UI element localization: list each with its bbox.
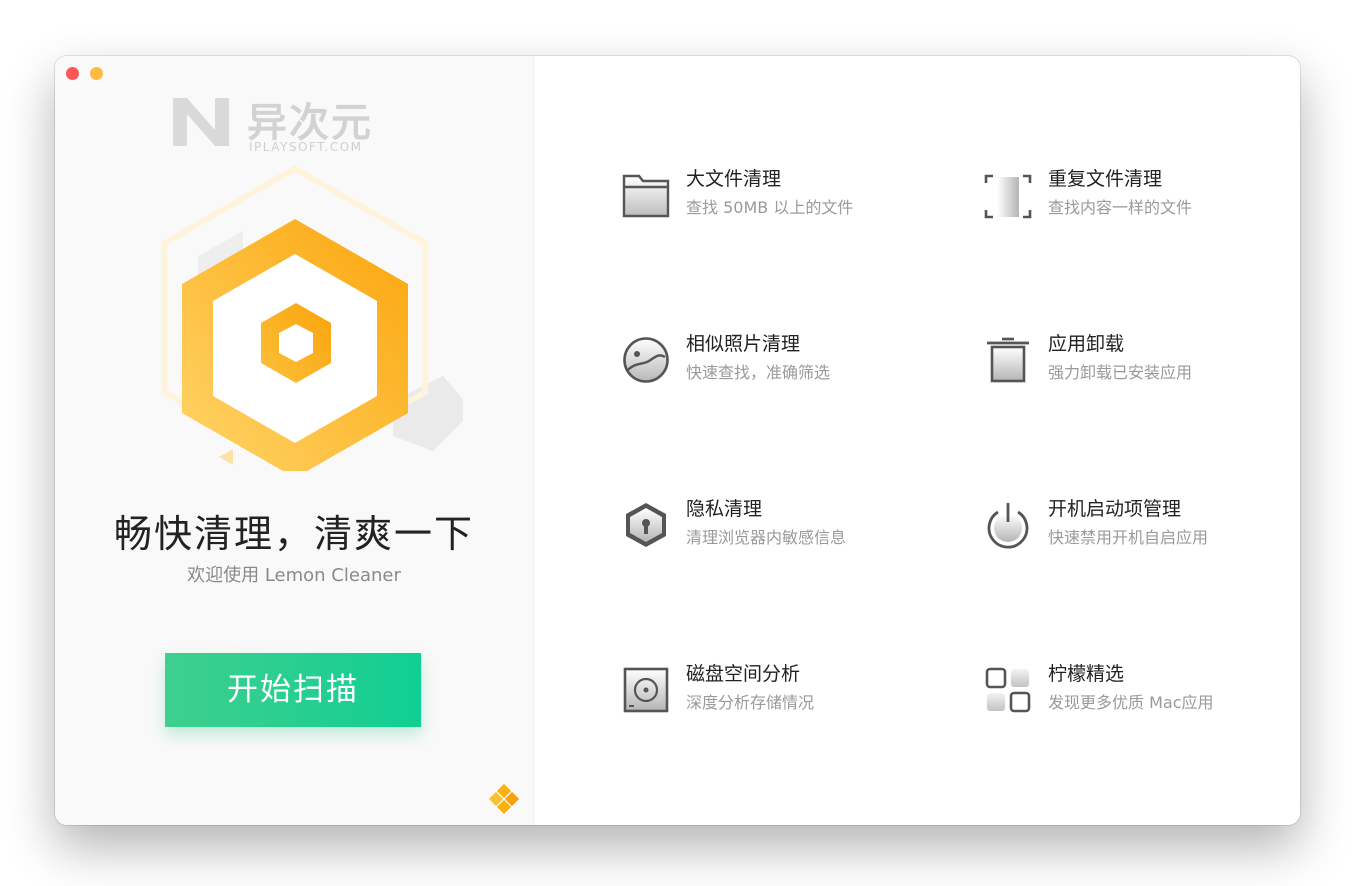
feature-title: 应用卸载: [1048, 333, 1125, 355]
feature-title: 重复文件清理: [1048, 168, 1163, 190]
apps-grid-icon: [985, 667, 1031, 713]
headline: 畅快清理，清爽一下: [113, 512, 474, 556]
feature-desc: 强力卸载已安装应用: [1048, 363, 1193, 382]
feature-desc: 发现更多优质 Mac应用: [1048, 693, 1214, 712]
power-icon: [987, 503, 1029, 549]
disk-icon: [623, 667, 669, 713]
feature-title: 隐私清理: [686, 498, 763, 520]
feature-title: 大文件清理: [686, 168, 782, 190]
feature-disk-analysis[interactable]: 磁盘空间分析 深度分析存储情况: [621, 659, 941, 719]
start-scan-button[interactable]: 开始扫描: [165, 653, 421, 727]
duplicate-files-icon: [984, 174, 1032, 219]
screen: 异次元 IPLAYSOFT.COM 畅快清理，清爽一下 欢迎使用 Lemon C…: [0, 0, 1360, 886]
close-button[interactable]: [66, 67, 79, 80]
feature-privacy-clean[interactable]: 隐私清理 清理浏览器内敏感信息: [621, 494, 941, 554]
feature-title: 柠檬精选: [1048, 663, 1125, 685]
welcome-panel: 异次元 IPLAYSOFT.COM 畅快清理，清爽一下 欢迎使用 Lemon C…: [55, 56, 533, 825]
feature-startup-items[interactable]: 开机启动项管理 快速禁用开机自启应用: [983, 494, 1300, 554]
panel-divider: [533, 56, 534, 825]
feature-app-uninstall[interactable]: 应用卸载 强力卸载已安装应用: [983, 329, 1300, 389]
privacy-lock-icon: [626, 503, 666, 547]
feature-similar-photo-clean[interactable]: 相似照片清理 快速查找，准确筛选: [621, 329, 941, 389]
feature-desc: 深度分析存储情况: [686, 693, 815, 712]
feature-desc: 清理浏览器内敏感信息: [686, 528, 847, 547]
feature-desc: 快速查找，准确筛选: [686, 363, 831, 382]
watermark-logo-icon: [173, 98, 229, 146]
app-window: 异次元 IPLAYSOFT.COM 畅快清理，清爽一下 欢迎使用 Lemon C…: [55, 56, 1300, 825]
photo-icon: [623, 337, 669, 383]
feature-desc: 查找 50MB 以上的文件: [686, 198, 854, 217]
feature-title: 磁盘空间分析: [686, 663, 801, 685]
feature-duplicate-clean[interactable]: 重复文件清理 查找内容一样的文件: [983, 164, 1300, 224]
minimize-button[interactable]: [90, 67, 103, 80]
lemon-hex-logo-icon: [161, 165, 463, 471]
trash-icon: [987, 337, 1029, 383]
feature-desc: 查找内容一样的文件: [1048, 198, 1193, 217]
feature-large-file-clean[interactable]: 大文件清理 查找 50MB 以上的文件: [621, 164, 941, 224]
feature-lemon-picks[interactable]: 柠檬精选 发现更多优质 Mac应用: [983, 659, 1300, 719]
folder-icon: [622, 174, 670, 218]
welcome-subtitle: 欢迎使用 Lemon Cleaner: [187, 565, 401, 586]
feature-title: 开机启动项管理: [1048, 498, 1182, 520]
feature-desc: 快速禁用开机自启应用: [1048, 528, 1209, 547]
feature-title: 相似照片清理: [686, 333, 801, 355]
watermark: 异次元 IPLAYSOFT.COM: [167, 90, 397, 156]
lemon-mini-logo-icon: [488, 783, 520, 815]
